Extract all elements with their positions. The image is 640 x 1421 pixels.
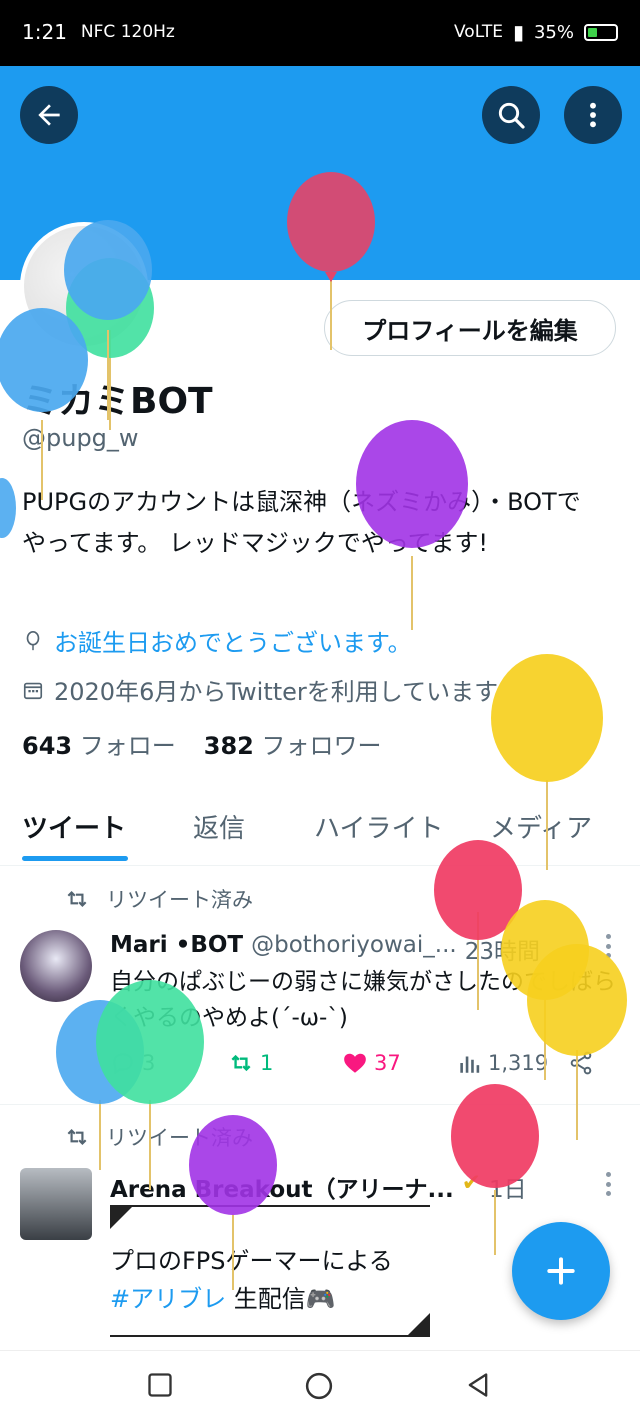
tweet-more-button[interactable]: [606, 934, 612, 958]
retweet-button[interactable]: 1: [228, 1050, 273, 1076]
retweet-label: リツイート済み: [64, 884, 253, 914]
profile-bio: PUPGのアカウントは鼠深神（ネズミかみ）・BOTでやってます。 レッドマジック…: [22, 488, 581, 557]
profile-handle: @pupg_w: [22, 424, 139, 452]
tab-highlights[interactable]: ハイライト: [314, 808, 443, 845]
like-count: 37: [374, 1051, 401, 1075]
avatar[interactable]: [20, 930, 92, 1002]
tweet-header: Mari •BOT @bothoriyowai_... 23時間: [110, 932, 540, 966]
status-icons: NFC 120Hz: [80, 22, 175, 42]
retweet-icon: [67, 890, 87, 908]
views-icon: [460, 1056, 480, 1073]
verified-badge-icon: ✔: [461, 1170, 481, 1196]
tweet-divider: [0, 1104, 640, 1105]
balloon-icon: [26, 630, 40, 650]
plus-icon: [547, 1257, 575, 1285]
views-button[interactable]: 1,319: [456, 1050, 548, 1076]
network-label: VoLTE: [454, 22, 503, 42]
system-nav-bar: [0, 1350, 640, 1421]
reply-button[interactable]: 3: [110, 1050, 155, 1076]
tweet-time: 23時間: [464, 939, 541, 965]
balloon-icon: [0, 478, 16, 538]
heart-icon: [344, 1053, 366, 1073]
birthday-text[interactable]: お誕生日おめでとうございます。: [54, 623, 412, 658]
battery-icon: [584, 23, 618, 41]
status-time: 1:21: [22, 20, 67, 44]
profile-tabs: ツイート 返信 ハイライト メディア: [0, 786, 640, 866]
active-tab-indicator: [22, 856, 128, 861]
author-name[interactable]: Arena Breakout（アリーナ...: [110, 1170, 454, 1204]
retweet-count: 1: [260, 1051, 274, 1075]
card-line-2: #アリブレ 生配信🎮: [110, 1279, 336, 1314]
home-icon[interactable]: [304, 1371, 334, 1401]
tweet-text: 自分のぱぶじーの弱さに嫌気がさしたのでしばらくやるのやめよ(´-ω-`): [110, 969, 616, 1031]
joined-row: 2020年6月からTwitterを利用しています: [22, 672, 498, 707]
calendar-icon: [23, 682, 43, 699]
followers-label: フォロワー: [261, 732, 382, 760]
tweet-time: 1日: [488, 1177, 527, 1203]
following-link[interactable]: 643 フォロー: [22, 726, 176, 761]
tweet-media-card[interactable]: プロのFPSゲーマーによる #アリブレ 生配信🎮: [110, 1205, 430, 1337]
retweet-text: リツイート済み: [106, 888, 253, 912]
more-vertical-icon: [590, 102, 596, 128]
card-line-2-rest: 生配信🎮: [226, 1285, 336, 1313]
retweet-label: リツイート済み: [64, 1122, 253, 1152]
following-count: 643: [22, 732, 73, 760]
follow-stats: 643 フォロー 382 フォロワー: [22, 726, 382, 761]
like-button[interactable]: 37: [342, 1050, 401, 1076]
reply-icon: [113, 1053, 133, 1075]
followers-count: 382: [203, 732, 254, 760]
more-button[interactable]: [564, 86, 622, 144]
battery-percent: 35%: [533, 21, 574, 43]
search-icon: [498, 102, 525, 129]
author-handle: @bothoriyowai_...: [251, 932, 457, 958]
share-icon: [570, 1051, 592, 1075]
hashtag-link[interactable]: #アリブレ: [110, 1285, 226, 1313]
profile-name: ミカミBOT: [22, 381, 213, 422]
card-line-1: プロのFPSゲーマーによる: [110, 1247, 393, 1275]
retweet-text: リツイート済み: [106, 1126, 253, 1150]
edit-profile-button[interactable]: プロフィールを編集: [324, 300, 616, 356]
search-button[interactable]: [482, 86, 540, 144]
tab-media[interactable]: メディア: [490, 808, 592, 845]
tab-tweets[interactable]: ツイート: [22, 808, 126, 845]
share-button[interactable]: [568, 1050, 594, 1076]
signal-icon: ▮: [512, 20, 524, 44]
back-arrow-icon: [38, 104, 60, 126]
reply-count: 3: [142, 1051, 156, 1075]
tweet-more-button[interactable]: [606, 1172, 612, 1196]
tweet-header: Arena Breakout（アリーナ... ✔ 1日: [110, 1170, 527, 1204]
back-button[interactable]: [20, 86, 78, 144]
recent-apps-icon[interactable]: [146, 1371, 174, 1399]
retweet-icon: [231, 1054, 251, 1072]
tweet-actions: 3 1 37 1,319: [110, 1050, 610, 1086]
status-bar: 1:21 NFC 120Hz VoLTE ▮ 35%: [0, 0, 640, 66]
birthday-row: お誕生日おめでとうございます。: [22, 623, 412, 658]
followers-link[interactable]: 382 フォロワー: [204, 726, 382, 761]
joined-text: 2020年6月からTwitterを利用しています: [54, 678, 499, 706]
avatar[interactable]: [20, 1168, 92, 1240]
tab-replies[interactable]: 返信: [193, 808, 245, 845]
compose-tweet-button[interactable]: [512, 1222, 610, 1320]
profile-avatar[interactable]: [20, 222, 148, 350]
author-name[interactable]: Mari •BOT: [110, 932, 243, 966]
back-icon[interactable]: [464, 1371, 492, 1399]
following-label: フォロー: [79, 732, 176, 760]
retweet-icon: [67, 1128, 87, 1146]
views-count: 1,319: [488, 1051, 549, 1075]
